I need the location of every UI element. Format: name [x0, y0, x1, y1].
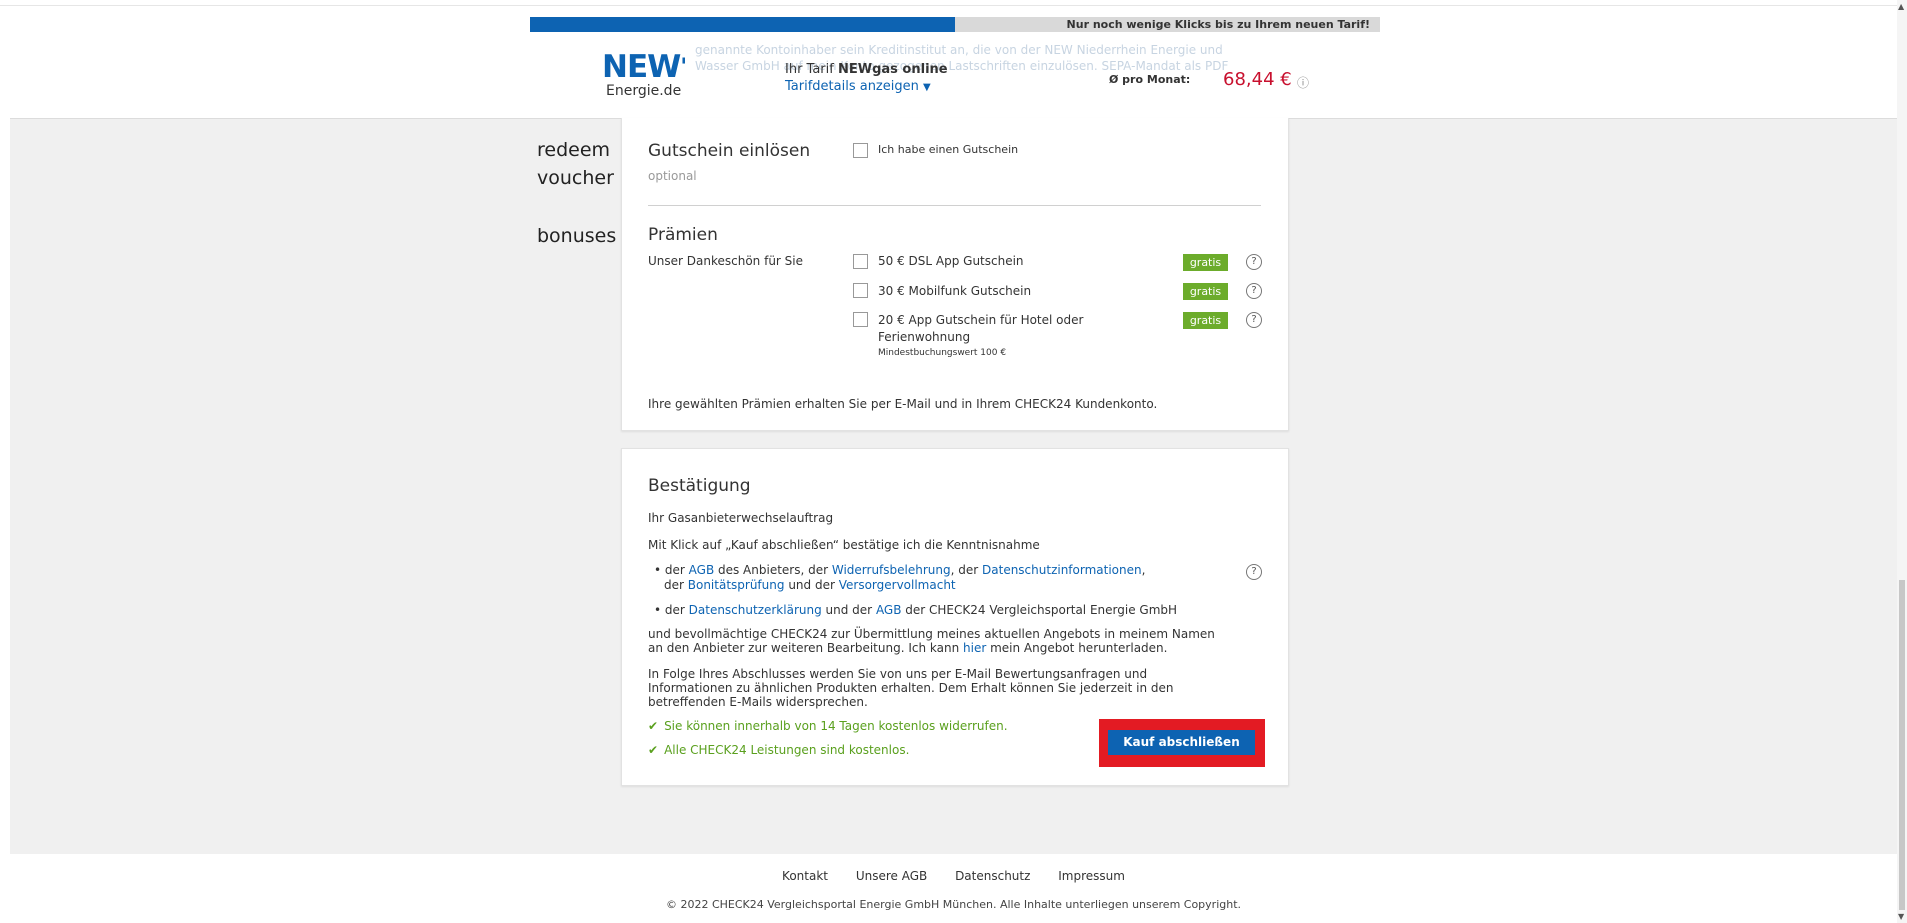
gratis-badge: gratis — [1183, 283, 1228, 300]
email-info-line2: Informationen zu ähnlichen Produkten erh… — [648, 681, 1174, 695]
note-bonuses: bonuses — [537, 225, 617, 247]
versorgervollmacht-link[interactable]: Versorgervollmacht — [839, 578, 956, 592]
note-redeem-voucher: redeem voucher — [537, 139, 614, 189]
scroll-up-icon[interactable]: ▲ — [1898, 2, 1904, 11]
bonus-label-mobilfunk[interactable]: 30 € Mobilfunk Gutschein — [878, 284, 1031, 298]
free-service-check: ✔ Alle CHECK24 Leistungen sind kostenlos. — [648, 743, 910, 757]
tariff-summary: Ihr Tarif NEWgas online Tarifdetails anz… — [785, 62, 948, 94]
progress-bar: Nur noch wenige Klicks bis zu Ihrem neue… — [530, 17, 1380, 32]
datenschutzinfo-link[interactable]: Datenschutzinformationen — [982, 563, 1142, 577]
bonus-label-hotel-line2: Ferienwohnung — [878, 330, 971, 344]
info-icon[interactable]: ⓘ — [1297, 74, 1309, 91]
scrollbar-thumb[interactable] — [1899, 580, 1905, 910]
bonuses-title: Prämien — [648, 225, 718, 245]
copyright: © 2022 CHECK24 Vergleichsportal Energie … — [665, 898, 1242, 911]
kauf-abschliessen-button[interactable]: Kauf abschließen — [1108, 730, 1255, 755]
help-icon[interactable]: ? — [1246, 283, 1262, 299]
scroll-down-icon[interactable]: ▼ — [1898, 912, 1904, 921]
bonus-label-hotel[interactable]: 20 € App Gutschein für Hotel oder — [878, 313, 1083, 327]
voucher-checkbox-label[interactable]: Ich habe einen Gutschein — [878, 143, 1018, 156]
footer-link-agb[interactable]: Unsere AGB — [856, 869, 927, 883]
progress-text: Nur noch wenige Klicks bis zu Ihrem neue… — [1066, 18, 1370, 31]
bonuses-footer-text: Ihre gewählten Prämien erhalten Sie per … — [648, 397, 1158, 411]
help-icon[interactable]: ? — [1246, 564, 1262, 580]
bonus-label-dsl[interactable]: 50 € DSL App Gutschein — [878, 254, 1024, 268]
withdrawal-check: ✔ Sie können innerhalb von 14 Tagen koste… — [648, 719, 1008, 733]
gratis-badge: gratis — [1183, 312, 1228, 329]
authorization-line1: und bevollmächtige CHECK24 zur Übermittl… — [648, 627, 1215, 641]
footer-links: Kontakt Unsere AGB Datenschutz Impressum — [0, 869, 1907, 883]
bullet-check24: • der Datenschutzerklärung und der AGB d… — [654, 603, 1178, 617]
new-energie-logo: NEW' Energie.de — [602, 49, 687, 100]
help-icon[interactable]: ? — [1246, 254, 1262, 270]
sticky-header: genannte Kontoinhaber sein Kreditinstitu… — [10, 42, 1897, 119]
email-info-line3: betreffenden E-Mails widersprechen. — [648, 695, 868, 709]
bullet-provider-line2: der Bonitätsprüfung und der Versorgervol… — [664, 578, 956, 592]
bonus-checkbox-dsl[interactable] — [853, 254, 868, 269]
gratis-badge: gratis — [1183, 254, 1228, 271]
monthly-label: Ø pro Monat: — [1109, 73, 1191, 86]
progress-fill — [530, 17, 955, 32]
agb-provider-link[interactable]: AGB — [689, 563, 715, 577]
divider — [648, 205, 1261, 206]
widerruf-link[interactable]: Widerrufsbelehrung — [832, 563, 951, 577]
bullet-provider: • der AGB des Anbieters, der Widerrufsbe… — [654, 563, 1146, 577]
footer-link-impressum[interactable]: Impressum — [1058, 869, 1125, 883]
voucher-checkbox[interactable] — [853, 143, 868, 158]
authorization-line2: an den Anbieter zur weiteren Bearbeitung… — [648, 641, 1168, 655]
tariff-details-link[interactable]: Tarifdetails anzeigen ▼ — [785, 79, 948, 94]
help-icon[interactable]: ? — [1246, 312, 1262, 328]
checkmark-icon: ✔ — [648, 719, 659, 733]
bonus-min-note: Mindestbuchungswert 100 € — [878, 348, 1007, 358]
voucher-bonus-card — [621, 118, 1289, 431]
footer-link-kontakt[interactable]: Kontakt — [782, 869, 828, 883]
logo-subtitle: Energie.de — [606, 83, 682, 99]
email-info-line1: In Folge Ihres Abschlusses werden Sie vo… — [648, 667, 1148, 681]
bonitaet-link[interactable]: Bonitätsprüfung — [688, 578, 785, 592]
footer-link-datenschutz[interactable]: Datenschutz — [955, 869, 1030, 883]
caret-down-icon: ▼ — [923, 82, 931, 93]
bonuses-subtitle: Unser Dankeschön für Sie — [648, 254, 804, 268]
top-border — [0, 5, 1897, 6]
voucher-optional: optional — [648, 169, 697, 183]
order-type: Ihr Gasanbieterwechselauftrag — [648, 511, 834, 525]
download-offer-link[interactable]: hier — [963, 641, 986, 655]
bonus-checkbox-hotel[interactable] — [853, 312, 868, 327]
agb-check24-link[interactable]: AGB — [876, 603, 902, 617]
bonus-checkbox-mobilfunk[interactable] — [853, 283, 868, 298]
voucher-title: Gutschein einlösen — [648, 141, 811, 161]
datenschutzerklaerung-link[interactable]: Datenschutzerklärung — [689, 603, 822, 617]
tariff-name: Ihr Tarif NEWgas online — [785, 62, 948, 77]
confirmation-title: Bestätigung — [648, 476, 751, 496]
confirm-intro: Mit Klick auf „Kauf abschließen“ bestäti… — [648, 538, 1040, 552]
checkmark-icon: ✔ — [648, 743, 659, 757]
monthly-price: 68,44 € — [1223, 69, 1292, 90]
scrolled-ghost-text: genannte Kontoinhaber sein Kreditinstitu… — [695, 43, 1229, 73]
